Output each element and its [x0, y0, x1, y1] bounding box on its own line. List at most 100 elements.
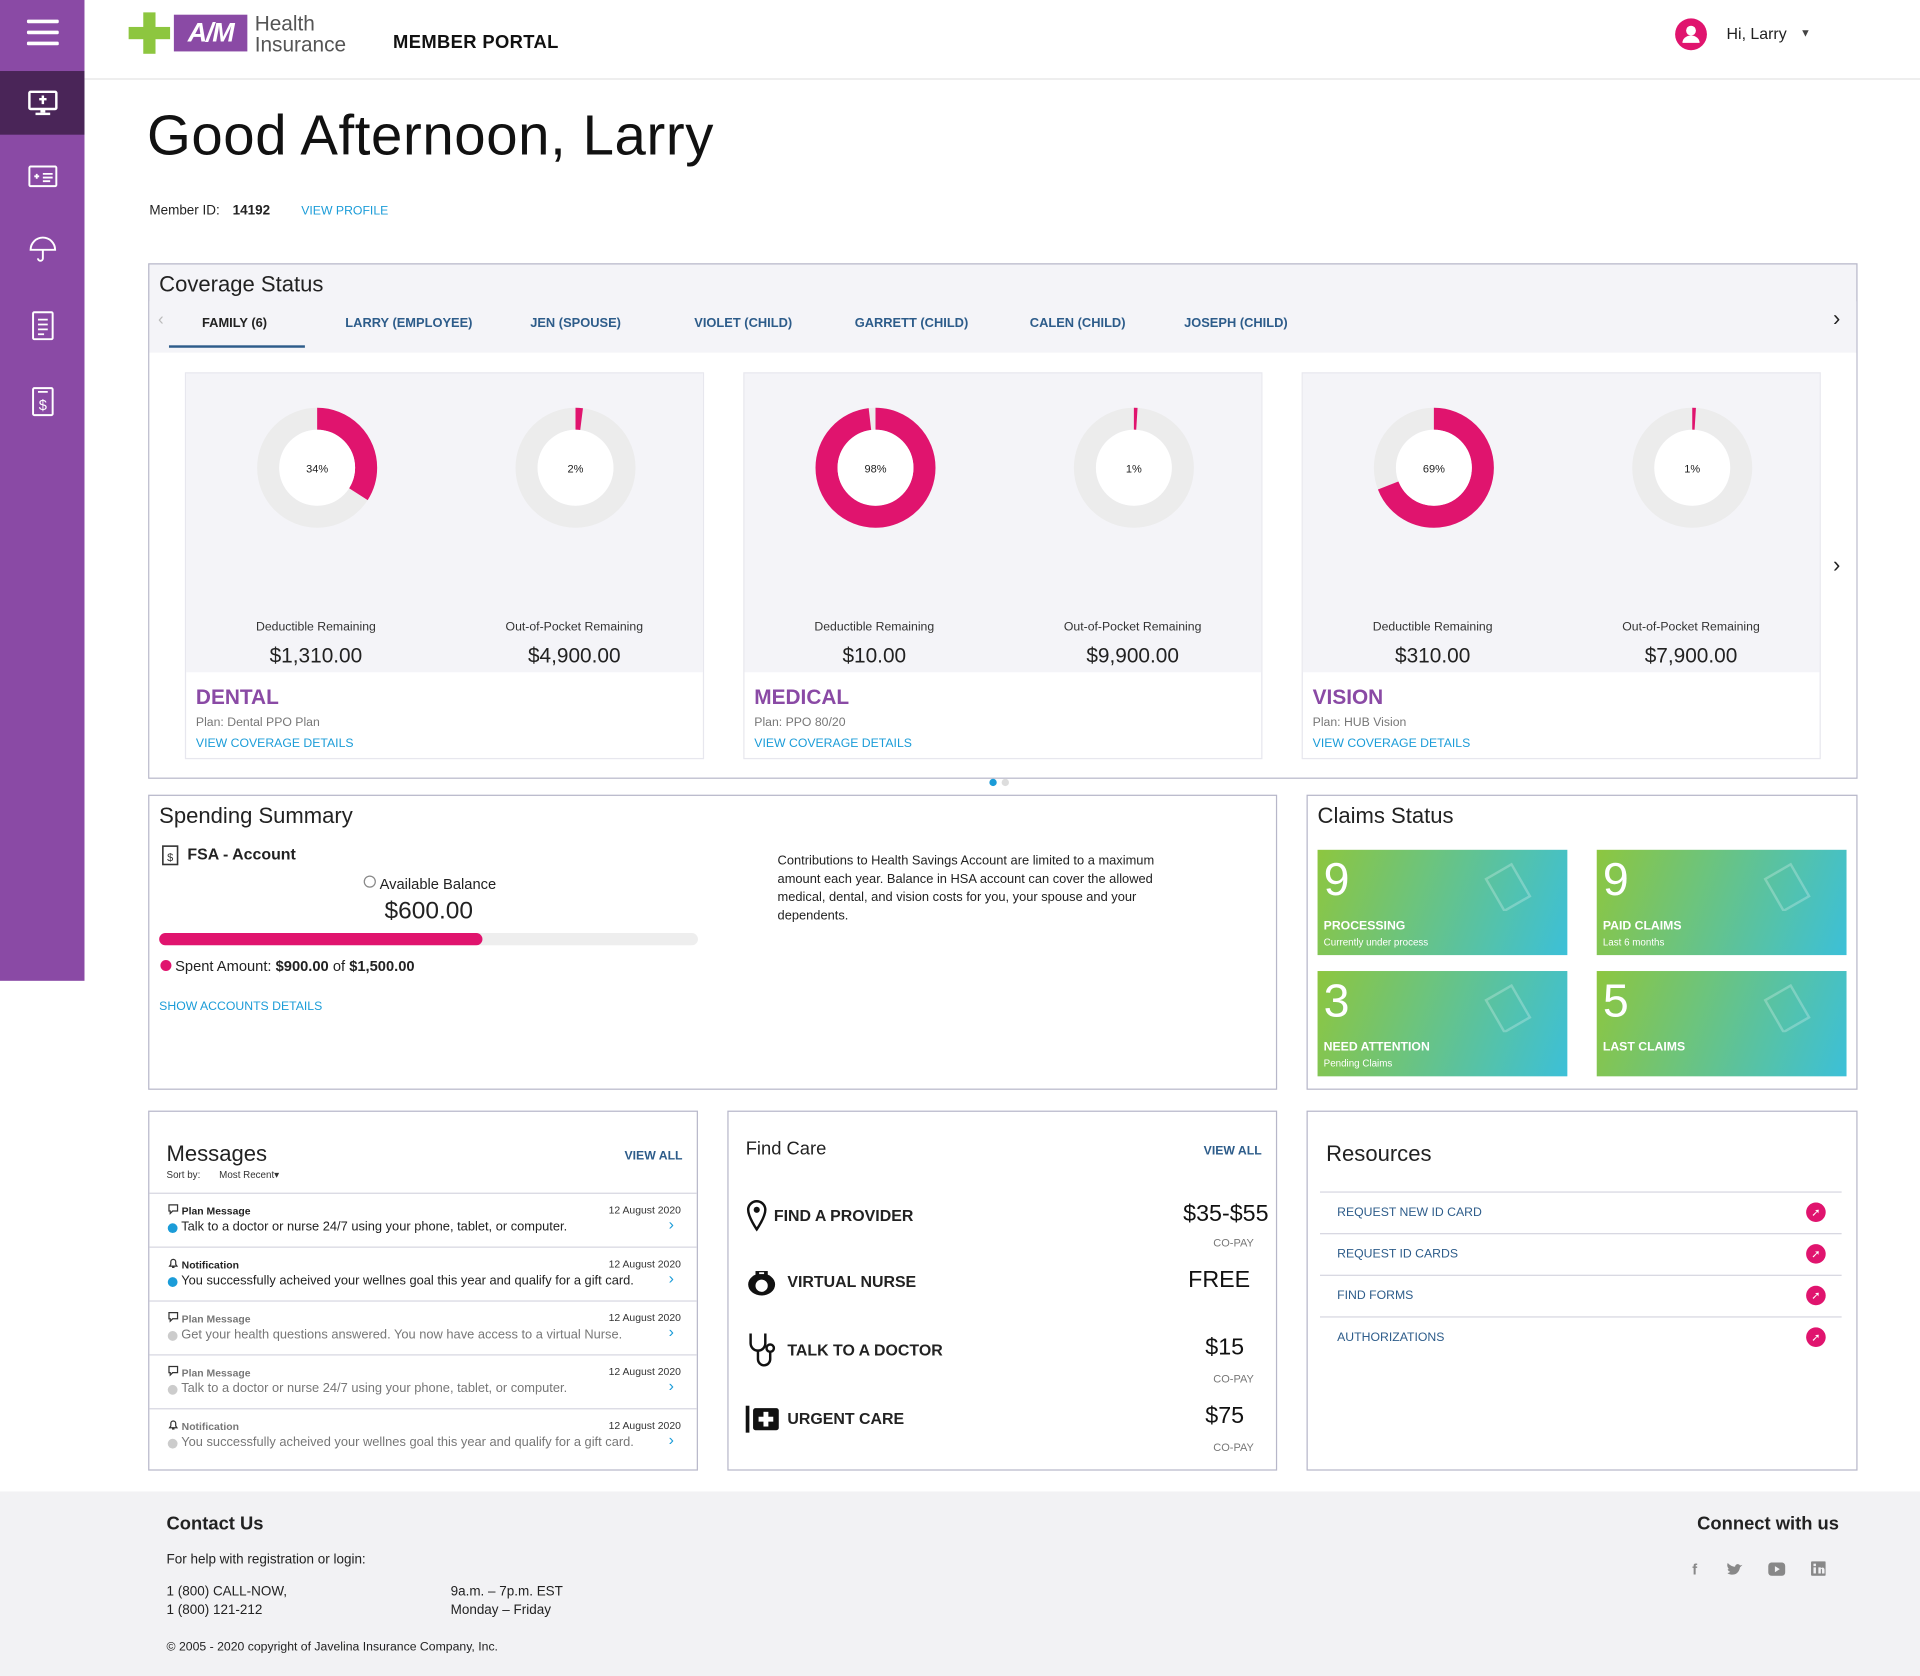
message-text: Talk to a doctor or nurse 24/7 using you… — [181, 1219, 568, 1235]
dashboard-monitor-icon — [27, 90, 57, 116]
tab-larry[interactable]: LARRY (EMPLOYEE) — [345, 316, 472, 331]
claims-tile-attention[interactable]: 3 NEED ATTENTION Pending Claims — [1317, 971, 1568, 1077]
spending-title: Spending Summary — [159, 803, 353, 828]
spent-value: $900.00 — [275, 957, 329, 975]
resource-authorizations[interactable]: AUTHORIZATIONS ➚ — [1320, 1316, 1842, 1358]
message-item[interactable]: Plan Message 12 August 2020 Get your healt… — [149, 1300, 697, 1354]
chevron-right-icon[interactable]: › — [669, 1322, 674, 1340]
message-item[interactable]: Notification 12 August 2020 You successful… — [149, 1408, 697, 1462]
document-list-icon — [31, 311, 54, 341]
card-chart-area: 98% 1% Deductible Remaining $10.00 Out-of-Po… — [744, 373, 1262, 673]
claim-watermark-icon — [1484, 862, 1532, 912]
external-arrow-icon[interactable]: ➚ — [1806, 1244, 1826, 1264]
messages-view-all-link[interactable]: VIEW ALL — [624, 1150, 682, 1163]
tab-calen[interactable]: CALEN (CHILD) — [1030, 316, 1126, 331]
view-coverage-details-link[interactable]: VIEW COVERAGE DETAILS — [754, 737, 912, 750]
facebook-icon[interactable]: f — [1692, 1561, 1697, 1578]
talk-to-doctor-label[interactable]: TALK TO A DOCTOR — [787, 1341, 942, 1359]
tab-violet[interactable]: VIOLET (CHILD) — [694, 316, 792, 331]
external-arrow-icon[interactable]: ➚ — [1806, 1327, 1826, 1347]
resource-find-forms[interactable]: FIND FORMS ➚ — [1320, 1274, 1842, 1317]
sidebar-item-claims[interactable] — [0, 294, 84, 358]
message-item[interactable]: Plan Message 12 August 2020 Talk to a doct… — [149, 1192, 697, 1247]
chevron-right-icon[interactable]: › — [669, 1215, 674, 1233]
youtube-icon[interactable] — [1768, 1562, 1786, 1576]
coverage-card-dental: 34% 2% Deductible Remaining $1,310.00 Out-of… — [184, 372, 705, 760]
user-menu-caret-icon[interactable]: ▼ — [1800, 27, 1811, 39]
claims-tile-paid[interactable]: 9 PAID CLAIMS Last 6 months — [1596, 849, 1847, 956]
twitter-icon[interactable] — [1727, 1562, 1744, 1577]
spent-label: Spent Amount: — [175, 957, 272, 975]
show-accounts-details-link[interactable]: SHOW ACCOUNTS DETAILS — [159, 1000, 322, 1013]
message-icon — [168, 1312, 179, 1323]
view-coverage-details-link[interactable]: VIEW COVERAGE DETAILS — [1313, 737, 1471, 750]
message-icon — [168, 1365, 179, 1377]
deductible-amount: $310.00 — [1395, 644, 1471, 668]
claims-status-panel: Claims Status 9 PROCESSING Currently und… — [1306, 794, 1858, 1090]
tab-joseph[interactable]: JOSEPH (CHILD) — [1184, 316, 1288, 331]
spent-of: of — [332, 957, 346, 975]
spending-summary-panel: Spending Summary $ FSA - Account Availab… — [148, 794, 1278, 1090]
sort-dropdown[interactable]: Most Recent▾ — [219, 1169, 279, 1180]
message-text: Get your health questions answered. You … — [181, 1327, 623, 1343]
chevron-right-icon[interactable]: › — [669, 1376, 674, 1394]
spent-amount-line: Spent Amount: $900.00 of $1,500.00 — [175, 958, 414, 975]
resource-request-id-cards[interactable]: REQUEST ID CARDS ➚ — [1320, 1233, 1842, 1275]
hamburger-menu-icon[interactable] — [26, 19, 59, 47]
chevron-right-icon[interactable]: › — [669, 1269, 674, 1287]
user-greeting[interactable]: Hi, Larry — [1727, 24, 1787, 42]
resource-label: REQUEST ID CARDS — [1337, 1247, 1459, 1262]
message-item[interactable]: Notification 12 August 2020 You successful… — [149, 1246, 697, 1301]
virtual-nurse-label[interactable]: VIRTUAL NURSE — [787, 1272, 916, 1290]
carousel-dot-active[interactable] — [989, 778, 997, 787]
find-care-view-all-link[interactable]: VIEW ALL — [1204, 1145, 1262, 1158]
page-title: Good Afternoon, Larry — [146, 102, 715, 167]
umbrella-icon — [29, 236, 56, 262]
tab-jen[interactable]: JEN (SPOUSE) — [530, 316, 621, 331]
contact-phone-1[interactable]: 1 (800) CALL-NOW, — [167, 1584, 288, 1599]
message-type: Plan Message — [168, 1311, 251, 1325]
message-type-text: Notification — [181, 1420, 239, 1433]
sidebar-item-id-card[interactable] — [0, 144, 84, 208]
tabs-next-icon[interactable]: › — [1833, 306, 1840, 332]
oop-pct: 1% — [1125, 462, 1142, 476]
claim-watermark-icon — [1484, 983, 1532, 1033]
location-pin-icon — [746, 1200, 767, 1232]
tile-title: PROCESSING — [1323, 919, 1406, 934]
oop-amount: $9,900.00 — [1086, 644, 1179, 668]
available-balance-label: Available Balance — [379, 875, 497, 893]
urgent-care-label[interactable]: URGENT CARE — [787, 1409, 904, 1427]
tab-family[interactable]: FAMILY (6) — [202, 316, 267, 331]
linkedin-icon[interactable] — [1811, 1561, 1826, 1576]
tile-count: 9 — [1602, 854, 1629, 907]
talk-to-doctor-price: $15 — [1205, 1334, 1245, 1361]
claims-tile-processing[interactable]: 9 PROCESSING Currently under process — [1317, 849, 1568, 956]
view-profile-link[interactable]: VIEW PROFILE — [301, 204, 388, 217]
message-item[interactable]: Plan Message 12 August 2020 Talk to a doct… — [149, 1354, 697, 1408]
avatar-icon[interactable] — [1675, 18, 1707, 51]
sidebar-item-billing[interactable]: $ — [0, 370, 84, 434]
chevron-right-icon[interactable]: › — [669, 1430, 674, 1448]
talk-to-doctor-sub: CO-PAY — [1213, 1372, 1254, 1385]
view-coverage-details-link[interactable]: VIEW COVERAGE DETAILS — [196, 737, 354, 750]
card-chart-area: 69% 1% Deductible Remaining $310.00 Out-of-P… — [1302, 373, 1820, 673]
tab-garrett[interactable]: GARRETT (CHILD) — [855, 316, 969, 331]
coverage-tabs: ‹ FAMILY (6) LARRY (EMPLOYEE) JEN (SPOUS… — [149, 301, 1857, 353]
external-arrow-icon[interactable]: ➚ — [1806, 1285, 1826, 1306]
spent-progress-bar — [159, 933, 698, 946]
sidebar-item-coverage[interactable] — [0, 218, 84, 282]
external-arrow-icon[interactable]: ➚ — [1806, 1202, 1826, 1223]
find-provider-label[interactable]: FIND A PROVIDER — [774, 1206, 913, 1224]
resources-title: Resources — [1326, 1141, 1432, 1166]
cards-next-icon[interactable]: › — [1833, 552, 1840, 578]
claims-tile-last[interactable]: 5 LAST CLAIMS — [1596, 971, 1847, 1077]
available-balance-radio[interactable] — [363, 875, 376, 888]
resource-request-new-id-card[interactable]: REQUEST NEW ID CARD ➚ — [1320, 1191, 1842, 1233]
contact-help-text: For help with registration or login: — [166, 1552, 366, 1568]
hsa-info-text: Contributions to Health Savings Account … — [777, 853, 1155, 924]
carousel-dot[interactable] — [1001, 778, 1009, 787]
sidebar-item-dashboard[interactable] — [0, 71, 85, 135]
virtual-nurse-price: FREE — [1188, 1267, 1251, 1294]
tabs-prev-icon[interactable]: ‹ — [158, 309, 164, 329]
contact-phone-2[interactable]: 1 (800) 121-212 — [167, 1603, 263, 1618]
